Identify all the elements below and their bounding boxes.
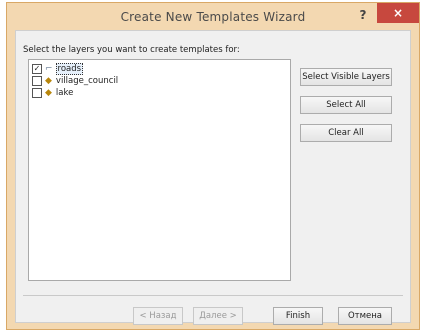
lake-checkbox[interactable] — [32, 88, 42, 98]
layer-name: village_council — [55, 76, 119, 86]
close-button[interactable]: × — [377, 3, 419, 23]
layer-name: roads — [55, 63, 84, 75]
line-layer-icon: ⌐ — [45, 64, 53, 74]
roads-checkbox[interactable]: ✓ — [32, 64, 42, 74]
polygon-layer-icon: ◆ — [45, 76, 52, 86]
separator — [23, 295, 403, 296]
village-council-checkbox[interactable] — [32, 76, 42, 86]
select-all-button[interactable]: Select All — [300, 96, 392, 114]
finish-button[interactable]: Finish — [273, 307, 323, 325]
polygon-layer-icon: ◆ — [45, 88, 52, 98]
layer-list[interactable]: ✓ ⌐ roads ◆ village_council ◆ lake — [28, 59, 291, 281]
layer-name: lake — [55, 88, 74, 98]
clear-all-button[interactable]: Clear All — [300, 124, 392, 142]
title-bar: Create New Templates Wizard ? × — [7, 3, 419, 30]
select-visible-layers-button[interactable]: Select Visible Layers — [300, 68, 392, 86]
instruction-text: Select the layers you want to create tem… — [23, 45, 240, 55]
dialog-body: Select the layers you want to create tem… — [15, 30, 411, 325]
list-item-village-council[interactable]: ◆ village_council — [32, 75, 119, 87]
cancel-button[interactable]: Отмена — [338, 307, 392, 325]
back-button[interactable]: < Назад — [133, 307, 183, 325]
help-button[interactable]: ? — [352, 6, 374, 24]
close-icon: × — [392, 6, 404, 20]
next-button[interactable]: Далее > — [193, 307, 243, 325]
wizard-window: Create New Templates Wizard ? × Select t… — [6, 2, 420, 330]
list-item-roads[interactable]: ✓ ⌐ roads — [32, 63, 84, 75]
list-item-lake[interactable]: ◆ lake — [32, 87, 74, 99]
